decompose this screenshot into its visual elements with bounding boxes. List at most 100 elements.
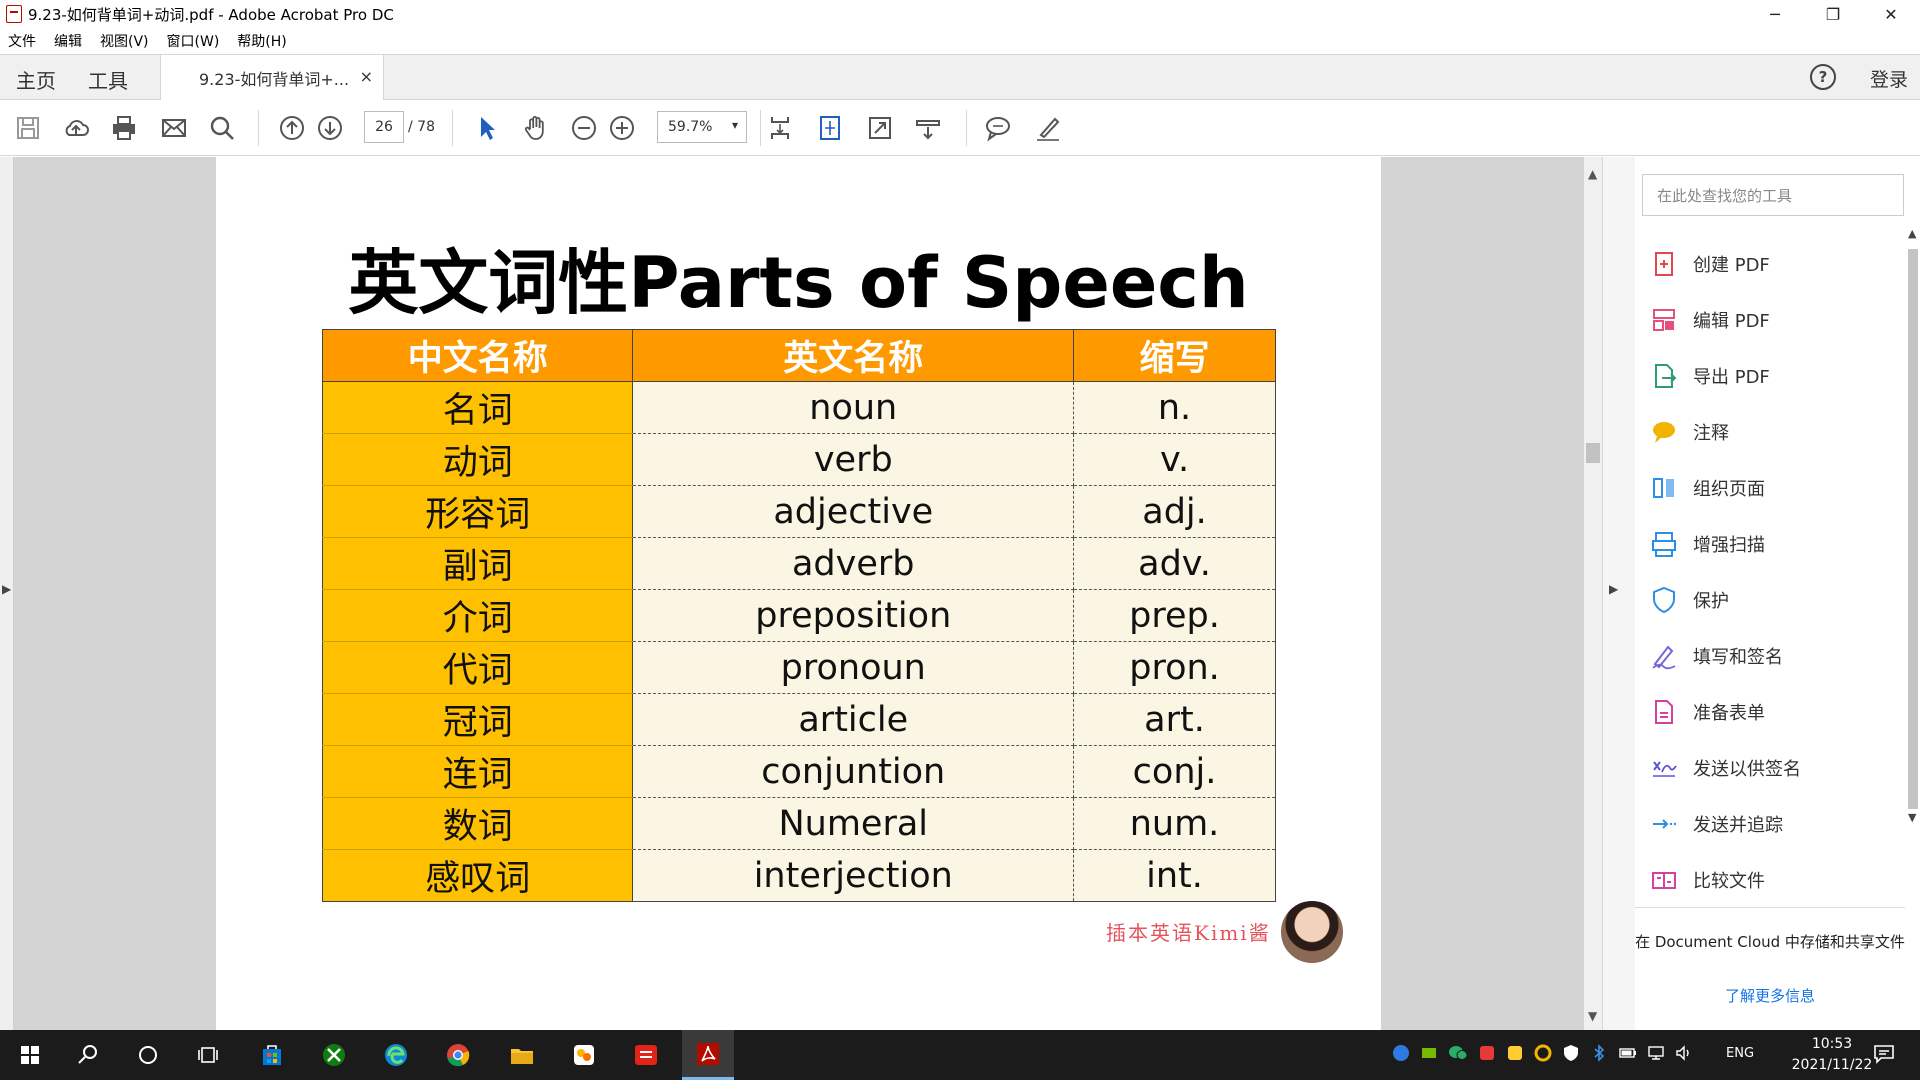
toolbar: 26 / 78 59.7% ▾ (0, 100, 1920, 156)
system-clock[interactable]: 10:53 2021/11/22 (1786, 1034, 1878, 1076)
zoom-select[interactable]: 59.7% ▾ (657, 111, 747, 143)
edge-browser-icon[interactable] (370, 1030, 422, 1080)
tool-item[interactable]: 发送以供签名 (1635, 740, 1905, 796)
highlight-pen-icon[interactable] (1034, 114, 1062, 142)
print-icon[interactable] (110, 114, 138, 142)
tool-item[interactable]: 导出 PDF (1635, 348, 1905, 404)
login-link[interactable]: 登录 (1870, 65, 1908, 92)
document-scrollbar[interactable]: ▲ ▼ (1584, 157, 1602, 1030)
collapse-pane-icon[interactable]: ▶ (1609, 582, 1618, 596)
cell-chinese-name: 动词 (321, 433, 634, 486)
tray-app-icon[interactable] (1392, 1044, 1410, 1066)
scroll-down-icon[interactable]: ▼ (1908, 811, 1916, 824)
close-tab-icon[interactable]: × (360, 67, 373, 86)
header-chinese-name: 中文名称 (321, 329, 634, 382)
cell-english-name: pronoun (632, 641, 1075, 694)
zoom-in-icon[interactable] (608, 114, 636, 142)
read-mode-icon[interactable] (914, 114, 942, 142)
microsoft-store-icon[interactable] (246, 1030, 298, 1080)
email-icon[interactable] (160, 114, 188, 142)
menu-edit[interactable]: 编辑 (54, 31, 82, 51)
cell-chinese-name: 名词 (321, 381, 634, 434)
acrobat-app-icon (6, 5, 22, 23)
wechat-icon[interactable] (1448, 1044, 1468, 1066)
tray-app-icon-2[interactable] (1506, 1044, 1524, 1066)
app-launcher-icon[interactable] (558, 1030, 610, 1080)
chrome-browser-icon[interactable] (432, 1030, 484, 1080)
battery-icon[interactable] (1618, 1044, 1638, 1066)
tools-pane-scrollbar[interactable]: ▲ ▼ (1905, 227, 1920, 824)
cell-chinese-name: 数词 (321, 797, 634, 850)
taskbar-search-icon[interactable] (62, 1030, 114, 1080)
cell-abbreviation: int. (1073, 849, 1276, 902)
menu-view[interactable]: 视图(V) (100, 31, 149, 51)
tray-app-icon-3[interactable] (1534, 1044, 1552, 1066)
input-language[interactable]: ENG (1726, 1046, 1754, 1061)
tool-item[interactable]: 填写和签名 (1635, 628, 1905, 684)
nvidia-icon[interactable] (1420, 1044, 1438, 1066)
cell-chinese-name: 感叹词 (321, 849, 634, 902)
menu-bar: 文件 编辑 视图(V) 窗口(W) 帮助(H) (0, 28, 1920, 54)
acrobat-taskbar-icon[interactable] (682, 1030, 734, 1080)
network-icon[interactable] (1646, 1044, 1666, 1066)
table-row: 介词 preposition prep. (321, 589, 1276, 642)
search-icon[interactable] (208, 114, 236, 142)
previous-page-icon[interactable] (278, 114, 306, 142)
upload-cloud-icon[interactable] (62, 114, 90, 142)
tool-item[interactable]: 组织页面 (1635, 460, 1905, 516)
cell-english-name: interjection (632, 849, 1075, 902)
tool-item[interactable]: 创建 PDF (1635, 236, 1905, 292)
minimize-button[interactable]: ─ (1746, 0, 1804, 28)
file-explorer-icon[interactable] (496, 1030, 548, 1080)
tool-item[interactable]: 比较文件 (1635, 852, 1905, 908)
scroll-up-icon[interactable]: ▲ (1908, 227, 1916, 240)
page-number-input[interactable]: 26 (364, 111, 404, 143)
security-shield-icon[interactable] (1562, 1044, 1580, 1066)
menu-help[interactable]: 帮助(H) (237, 31, 286, 51)
fill-sign-icon (1649, 641, 1679, 671)
tool-item[interactable]: 保护 (1635, 572, 1905, 628)
youdao-dictionary-icon[interactable] (620, 1030, 672, 1080)
hand-tool-icon[interactable] (522, 114, 550, 142)
tab-tools[interactable]: 工具 (88, 65, 128, 94)
menu-file[interactable]: 文件 (8, 31, 36, 51)
tool-item[interactable]: 增强扫描 (1635, 516, 1905, 572)
bluetooth-icon[interactable] (1590, 1044, 1608, 1066)
tab-home[interactable]: 主页 (16, 65, 56, 94)
select-pointer-icon[interactable] (472, 114, 500, 142)
start-windows-icon[interactable] (4, 1030, 56, 1080)
tool-item[interactable]: 编辑 PDF (1635, 292, 1905, 348)
zoom-out-icon[interactable] (570, 114, 598, 142)
fit-page-icon[interactable] (816, 114, 844, 142)
scrollbar-thumb[interactable] (1908, 249, 1918, 809)
notification-center-icon[interactable] (1872, 1042, 1896, 1070)
help-icon[interactable]: ? (1810, 64, 1836, 90)
cortana-icon[interactable] (122, 1030, 174, 1080)
tool-item-label: 发送以供签名 (1693, 759, 1801, 780)
menu-window[interactable]: 窗口(W) (167, 31, 220, 51)
scroll-down-icon[interactable]: ▼ (1588, 1009, 1597, 1023)
scrollbar-thumb[interactable] (1586, 443, 1600, 463)
left-panel-toggle[interactable]: ▶ (0, 157, 14, 1030)
comment-icon[interactable] (984, 114, 1012, 142)
task-view-icon[interactable] (182, 1030, 234, 1080)
tab-document[interactable]: 9.23-如何背单词+... × (160, 55, 384, 101)
save-icon[interactable] (14, 114, 42, 142)
full-screen-icon[interactable] (866, 114, 894, 142)
xbox-icon[interactable] (308, 1030, 360, 1080)
scroll-mode-icon[interactable] (766, 114, 794, 142)
cell-abbreviation: art. (1073, 693, 1276, 746)
tool-item[interactable]: 准备表单 (1635, 684, 1905, 740)
volume-icon[interactable] (1674, 1044, 1694, 1066)
scroll-up-icon[interactable]: ▲ (1588, 167, 1597, 181)
tool-item[interactable]: 发送并追踪 (1635, 796, 1905, 852)
chevron-right-icon: ▶ (2, 582, 12, 596)
next-page-icon[interactable] (316, 114, 344, 142)
close-window-button[interactable]: ✕ (1862, 0, 1920, 28)
restore-button[interactable]: ❐ (1804, 0, 1862, 28)
tool-item[interactable]: 注释 (1635, 404, 1905, 460)
tool-search-input[interactable]: 在此处查找您的工具 (1642, 174, 1904, 216)
cell-english-name: conjuntion (632, 745, 1075, 798)
antivirus-icon[interactable] (1478, 1044, 1496, 1066)
learn-more-link[interactable]: 了解更多信息 (1635, 985, 1905, 1006)
